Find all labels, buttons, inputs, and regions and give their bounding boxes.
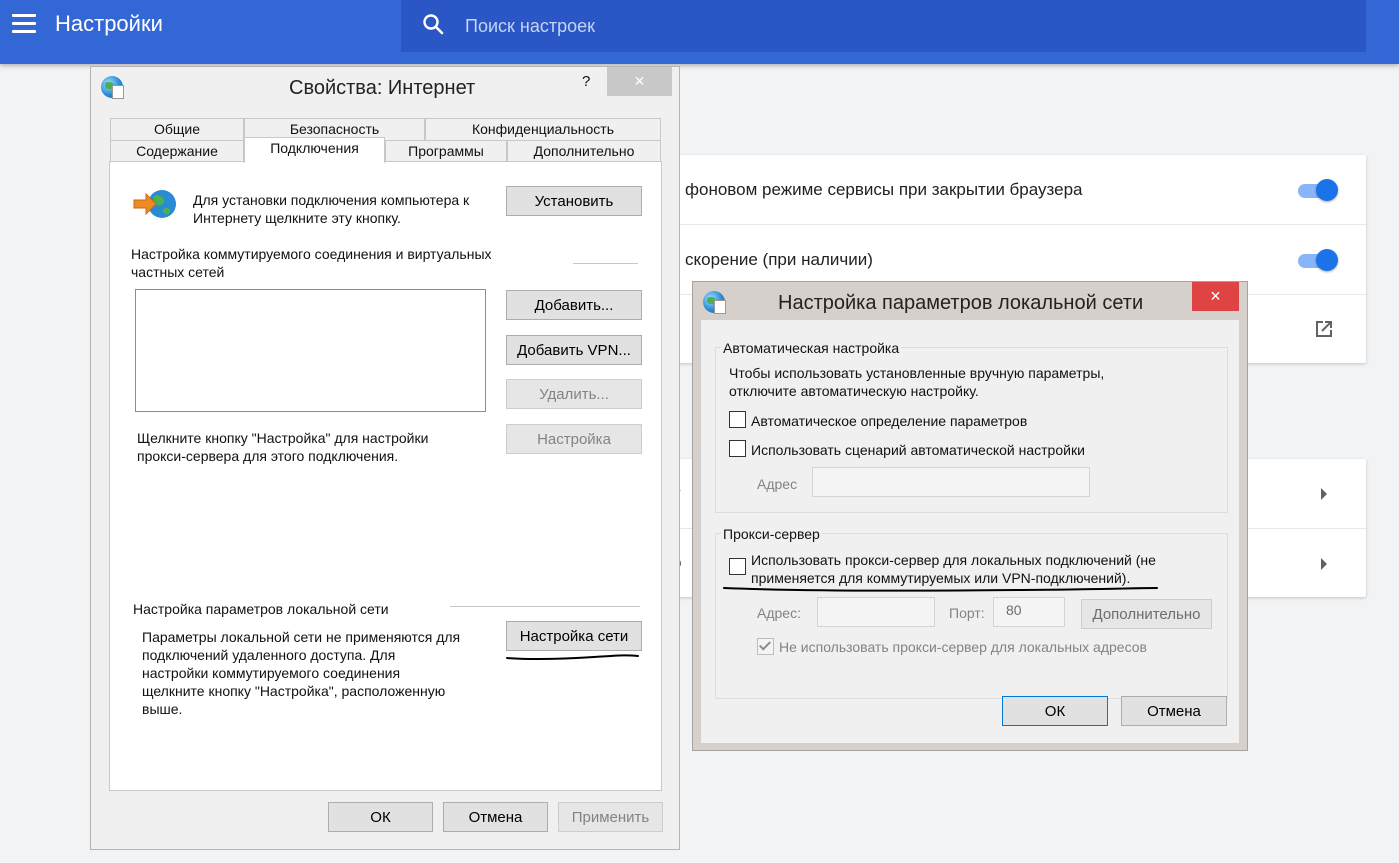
proxy-hint-line2: прокси-сервера для этого подключения. xyxy=(137,448,399,464)
apply-button[interactable]: Применить xyxy=(558,802,663,832)
close-button[interactable]: × xyxy=(607,67,672,96)
lan-text-line5: выше. xyxy=(142,701,183,717)
settings-header: Настройки xyxy=(0,0,1399,64)
document-icon xyxy=(714,300,726,314)
menu-icon[interactable] xyxy=(12,14,36,34)
hardware-acceleration-toggle[interactable] xyxy=(1294,248,1338,271)
lan-text-line1: Параметры локальной сети не применяются … xyxy=(142,629,461,645)
hardware-acceleration-label: скорение (при наличии) xyxy=(685,250,873,269)
tab-privacy[interactable]: Конфиденциальность xyxy=(425,118,661,140)
lan-dialog-body: Автоматическая настройка Чтобы использов… xyxy=(701,320,1239,743)
add-button[interactable]: Добавить... xyxy=(506,290,642,320)
use-proxy-checkbox[interactable] xyxy=(729,558,746,575)
dialup-header-line2: частных сетей xyxy=(131,264,225,280)
bypass-local-label: Не использовать прокси-сервер для локаль… xyxy=(779,639,1147,655)
proxy-address-label: Адрес: xyxy=(757,605,801,621)
lan-header: Настройка параметров локальной сети xyxy=(133,601,389,617)
divider xyxy=(450,606,640,607)
cancel-button[interactable]: Отмена xyxy=(443,802,548,832)
connect-globe-icon xyxy=(133,190,176,218)
connections-list[interactable] xyxy=(135,289,486,412)
proxy-group-title: Прокси-сервер xyxy=(721,526,822,542)
auto-config-title: Автоматическая настройка xyxy=(721,340,902,356)
lan-text-line4: щелкните кнопку "Настройка", расположенн… xyxy=(142,683,446,699)
close-icon: × xyxy=(634,71,645,91)
tab-general[interactable]: Общие xyxy=(110,118,244,140)
auto-detect-label: Автоматическое определение параметров xyxy=(751,413,1028,429)
close-icon: × xyxy=(1210,286,1221,306)
bypass-local-checkbox[interactable] xyxy=(757,638,774,655)
connections-panel: Для установки подключения компьютера к И… xyxy=(109,161,662,791)
connection-settings-button[interactable]: Настройка xyxy=(506,424,642,454)
auto-config-text-line1: Чтобы использовать установленные вручную… xyxy=(729,365,1105,381)
tab-content[interactable]: Содержание xyxy=(110,140,244,162)
proxy-hint-line1: Щелкните кнопку "Настройка" для настройк… xyxy=(137,430,429,446)
dialup-header-line1: Настройка коммутируемого соединения и ви… xyxy=(131,246,492,262)
search-icon xyxy=(423,14,444,35)
document-icon xyxy=(112,85,124,99)
remove-button[interactable]: Удалить... xyxy=(506,379,642,409)
script-address-input[interactable] xyxy=(812,467,1090,497)
tab-connections[interactable]: Подключения xyxy=(244,137,385,163)
help-button[interactable]: ? xyxy=(582,73,590,91)
chevron-right-icon[interactable] xyxy=(1321,558,1327,570)
auto-script-label: Использовать сценарий автоматической нас… xyxy=(751,442,1085,458)
search-box[interactable] xyxy=(401,0,1366,52)
handwritten-underline xyxy=(506,654,639,661)
dialog-title: Свойства: Интернет xyxy=(289,77,476,99)
ok-button[interactable]: ОК xyxy=(328,802,433,832)
page-title: Настройки xyxy=(55,11,163,36)
proxy-address-input[interactable] xyxy=(817,597,935,627)
close-button[interactable]: × xyxy=(1192,282,1239,311)
ok-button[interactable]: ОК xyxy=(1002,696,1108,726)
port-label: Порт: xyxy=(949,605,985,621)
auto-detect-checkbox[interactable] xyxy=(729,411,746,428)
search-input[interactable] xyxy=(465,13,1325,39)
lan-settings-button[interactable]: Настройка сети xyxy=(506,621,642,651)
setup-text-line2: Интернету щелкните эту кнопку. xyxy=(193,210,401,226)
tab-advanced[interactable]: Дополнительно xyxy=(507,140,661,162)
chevron-right-icon[interactable] xyxy=(1321,488,1327,500)
divider xyxy=(573,263,638,264)
auto-script-checkbox[interactable] xyxy=(729,440,746,457)
script-address-label: Адрес xyxy=(757,476,798,492)
use-proxy-label-line1: Использовать прокси-сервер для локальных… xyxy=(751,552,1156,568)
add-vpn-button[interactable]: Добавить VPN... xyxy=(506,335,642,365)
dialog-title: Настройка параметров локальной сети xyxy=(778,292,1144,314)
tab-programs[interactable]: Программы xyxy=(385,140,507,162)
background-apps-label: фоновом режиме сервисы при закрытии брау… xyxy=(685,180,1083,199)
setup-text-line1: Для установки подключения компьютера к xyxy=(193,192,470,208)
checkmark-icon xyxy=(758,638,772,651)
lan-text-line2: подключений удаленного доступа. Для xyxy=(142,647,396,663)
port-input[interactable]: 80 xyxy=(993,597,1065,627)
background-apps-toggle[interactable] xyxy=(1294,178,1338,201)
cancel-button[interactable]: Отмена xyxy=(1121,696,1227,726)
setup-button[interactable]: Установить xyxy=(506,186,642,216)
use-proxy-label-line2: применяется для коммутируемых или VPN-по… xyxy=(751,570,1131,586)
advanced-button[interactable]: Дополнительно xyxy=(1081,599,1212,629)
auto-config-text-line2: отключите автоматическую настройку. xyxy=(729,383,979,399)
lan-text-line3: настройки коммутируемого соединения xyxy=(142,665,401,681)
open-external-icon[interactable] xyxy=(1312,317,1336,341)
lan-settings-dialog: Настройка параметров локальной сети × Ав… xyxy=(692,281,1248,751)
internet-properties-dialog: Свойства: Интернет ? × Общие Безопасност… xyxy=(90,66,680,850)
